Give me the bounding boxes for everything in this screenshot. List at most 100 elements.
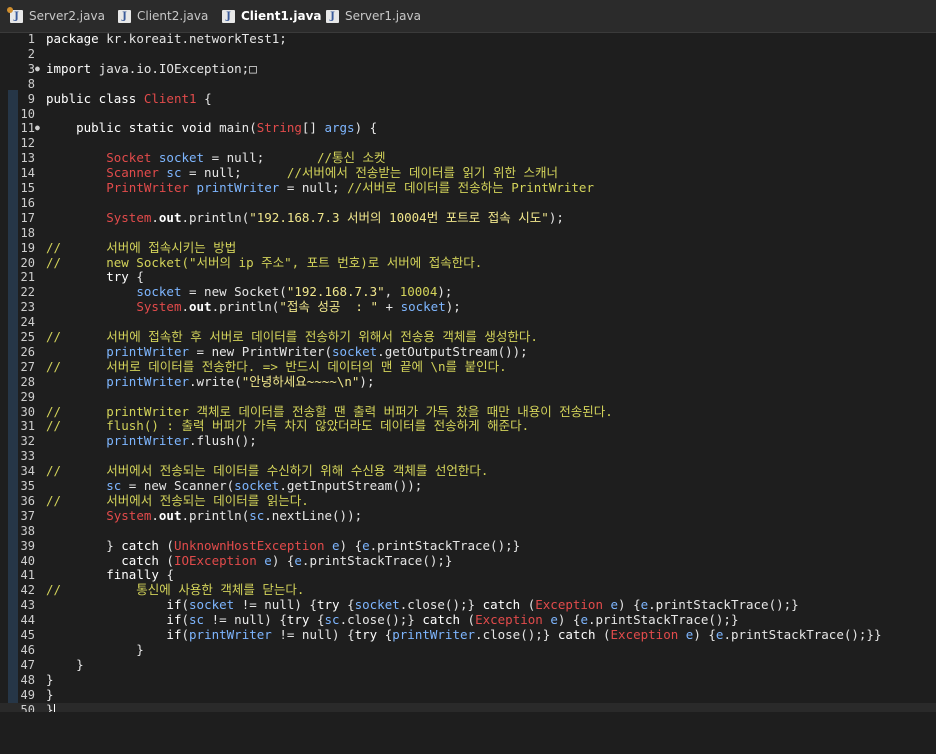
code-line[interactable]: 18 [0,226,936,241]
code-token: ) { [618,597,641,613]
line-number: 11 [20,121,35,136]
code-line[interactable]: 21 try { [0,269,936,285]
code-token: catch [557,627,603,642]
code-line[interactable]: 46 } [0,642,936,658]
line-number: 24 [20,315,35,330]
code-line[interactable]: 47 } [0,657,936,673]
code-token: if [166,627,182,642]
code-token: kr.koreait.networkTest1; [106,31,287,46]
code-line[interactable]: 29 [0,390,936,405]
code-token: if [166,597,182,613]
line-number: 15 [20,181,35,195]
code-token: printWriter [392,627,476,642]
code-line[interactable]: 22 socket = new Socket("192.168.7.3", 10… [0,284,936,300]
fold-marker-icon[interactable]: ● [35,121,40,136]
code-line[interactable]: 8 [0,77,936,92]
tab-server2[interactable]: J Server2.java [7,6,105,26]
code-line[interactable]: 49} [0,686,936,703]
code-line[interactable]: 40 catch (IOException e) {e.printStackTr… [0,552,936,569]
code-line[interactable]: 42 // 통신에 사용한 객체를 닫는다. [0,582,936,598]
code-editor[interactable]: 1 package kr.koreait.networkTest1; 2 3 ● impo… [0,31,936,718]
tab-label: Server2.java [29,9,105,23]
code-line[interactable]: 39 } catch (UnknownHostException e) {e.p… [0,537,936,554]
code-line[interactable]: 23 System.out.println("접속 성공 : " + socke… [0,299,936,315]
code-line[interactable]: 36 // 서버에서 전송되는 데이터를 읽는다. [0,493,936,509]
code-token: // new Socket("서버의 ip 주소", 포트 번호)로 서버에 접… [46,254,483,270]
line-number: 3 [27,61,35,76]
code-token: ); [548,209,564,225]
tab-client2[interactable]: J Client2.java [118,6,208,26]
code-token: //서버에서 전송받는 데이터를 읽기 위한 스캐너 [286,165,559,181]
line-number: 12 [20,136,35,151]
code-line[interactable]: 14 Scanner sc = null; //서버에서 전송받는 데이터를 읽… [0,165,936,181]
fold-marker-icon[interactable]: ● [35,62,40,77]
code-line[interactable]: 2 [0,47,936,62]
code-token: { [136,269,144,285]
code-line[interactable]: 27 // 서버로 데이터를 전송한다. => 반드시 데이터의 맨 끝에 \n를… [0,358,936,375]
code-text: printWriter.flush(); [46,433,257,449]
code-line[interactable]: 38 [0,524,936,539]
code-line[interactable]: 31 // flush() : 출력 버퍼가 가득 차지 않았더라도 데이터를 전… [0,418,936,434]
code-line[interactable]: 28 printWriter.write("안녕하세요~~~~\n"); [0,374,936,390]
code-line[interactable]: 3 ● import java.io.IOException;□ [0,60,936,77]
code-token: .close();} [399,597,483,613]
java-file-icon: J [7,6,23,23]
code-token: System [106,507,152,523]
code-line[interactable]: 34 // 서버에서 전송되는 데이터를 수신하기 위해 수신용 객체를 선언한다… [0,463,936,479]
code-line[interactable]: 41 finally { [0,567,936,583]
code-line[interactable]: 15 PrintWriter printWriter = null; //서버로… [0,180,936,196]
code-line[interactable]: 37 System.out.println(sc.nextLine()); [0,507,936,524]
code-line[interactable]: 10 [0,107,936,122]
code-line[interactable]: 12 [0,136,936,151]
code-token: sc [106,478,122,493]
code-text: import java.io.IOException;□ [46,60,257,77]
code-line[interactable]: 19 // 서버에 접속시키는 방법 [0,240,936,256]
line-number: 26 [20,344,35,359]
code-line[interactable]: 32 printWriter.flush(); [0,433,936,449]
tab-client1[interactable]: J Client1.java ✕ [222,6,340,26]
code-line[interactable]: 13 Socket socket = null; //통신 소켓 [0,150,936,166]
code-line[interactable]: 11 ● public static void main(String[] arg… [0,120,936,136]
code-token: java.io.IOException; [98,60,250,76]
code-line[interactable]: 9 public class Client1 { [0,91,936,107]
code-line[interactable]: 25 // 서버에 접속한 후 서버로 데이터를 전송하기 위해서 전송용 객체를… [0,329,936,345]
code-token: .printStackTrace();} [648,597,799,613]
code-line[interactable]: 24 [0,315,936,330]
code-token: ( [603,627,611,642]
code-token: + [378,299,401,315]
code-line[interactable]: 33 [0,449,936,464]
code-line[interactable]: 45 if(printWriter != null) {try {printWr… [0,627,936,643]
code-line[interactable]: 20 // new Socket("서버의 ip 주소", 포트 번호)로 서버에… [0,254,936,271]
code-token: out [158,507,182,523]
code-line[interactable]: 17 System.out.println("192.168.7.3 서버의 1… [0,209,936,226]
code-line[interactable]: 1 package kr.koreait.networkTest1; [0,31,936,47]
line-number: 43 [20,598,35,613]
code-line[interactable]: 35 sc = new Scanner(socket.getInputStrea… [0,478,936,494]
code-token: e [324,537,340,553]
line-number: 47 [20,657,35,672]
code-line[interactable]: 26 printWriter = new PrintWriter(socket.… [0,344,936,360]
code-text: // 통신에 사용한 객체를 닫는다. [46,582,304,598]
code-token: //서버로 데이터를 전송하는 PrintWriter [347,180,594,195]
code-line[interactable]: 30 // printWriter 객체로 데이터를 전송할 땐 출력 버퍼가 가… [0,404,936,420]
code-token: .getInputStream()); [279,478,423,493]
code-token: IOException [173,552,257,568]
tab-server1[interactable]: J Server1.java [326,6,421,26]
code-token: out [189,299,212,315]
code-token: { [316,612,325,628]
code-token: != null) { [234,597,317,613]
code-line[interactable]: 44 if(sc != null) {try {sc.close();} cat… [0,612,936,628]
code-token: socket [151,150,205,166]
code-token: socket [189,597,235,613]
code-text: Scanner sc = null; //서버에서 전송받는 데이터를 읽기 위… [46,165,559,181]
code-line[interactable]: 43 if(socket != null) {try {socket.close… [0,597,936,613]
code-token: catch [121,537,167,553]
code-token: ) { [271,552,295,568]
code-token: // 서버로 데이터를 전송한다. => 반드시 데이터의 맨 끝에 \n를 붙… [46,358,507,374]
code-token: } [46,686,54,702]
code-line[interactable]: 48} [0,672,936,688]
code-line[interactable]: 16 [0,196,936,211]
